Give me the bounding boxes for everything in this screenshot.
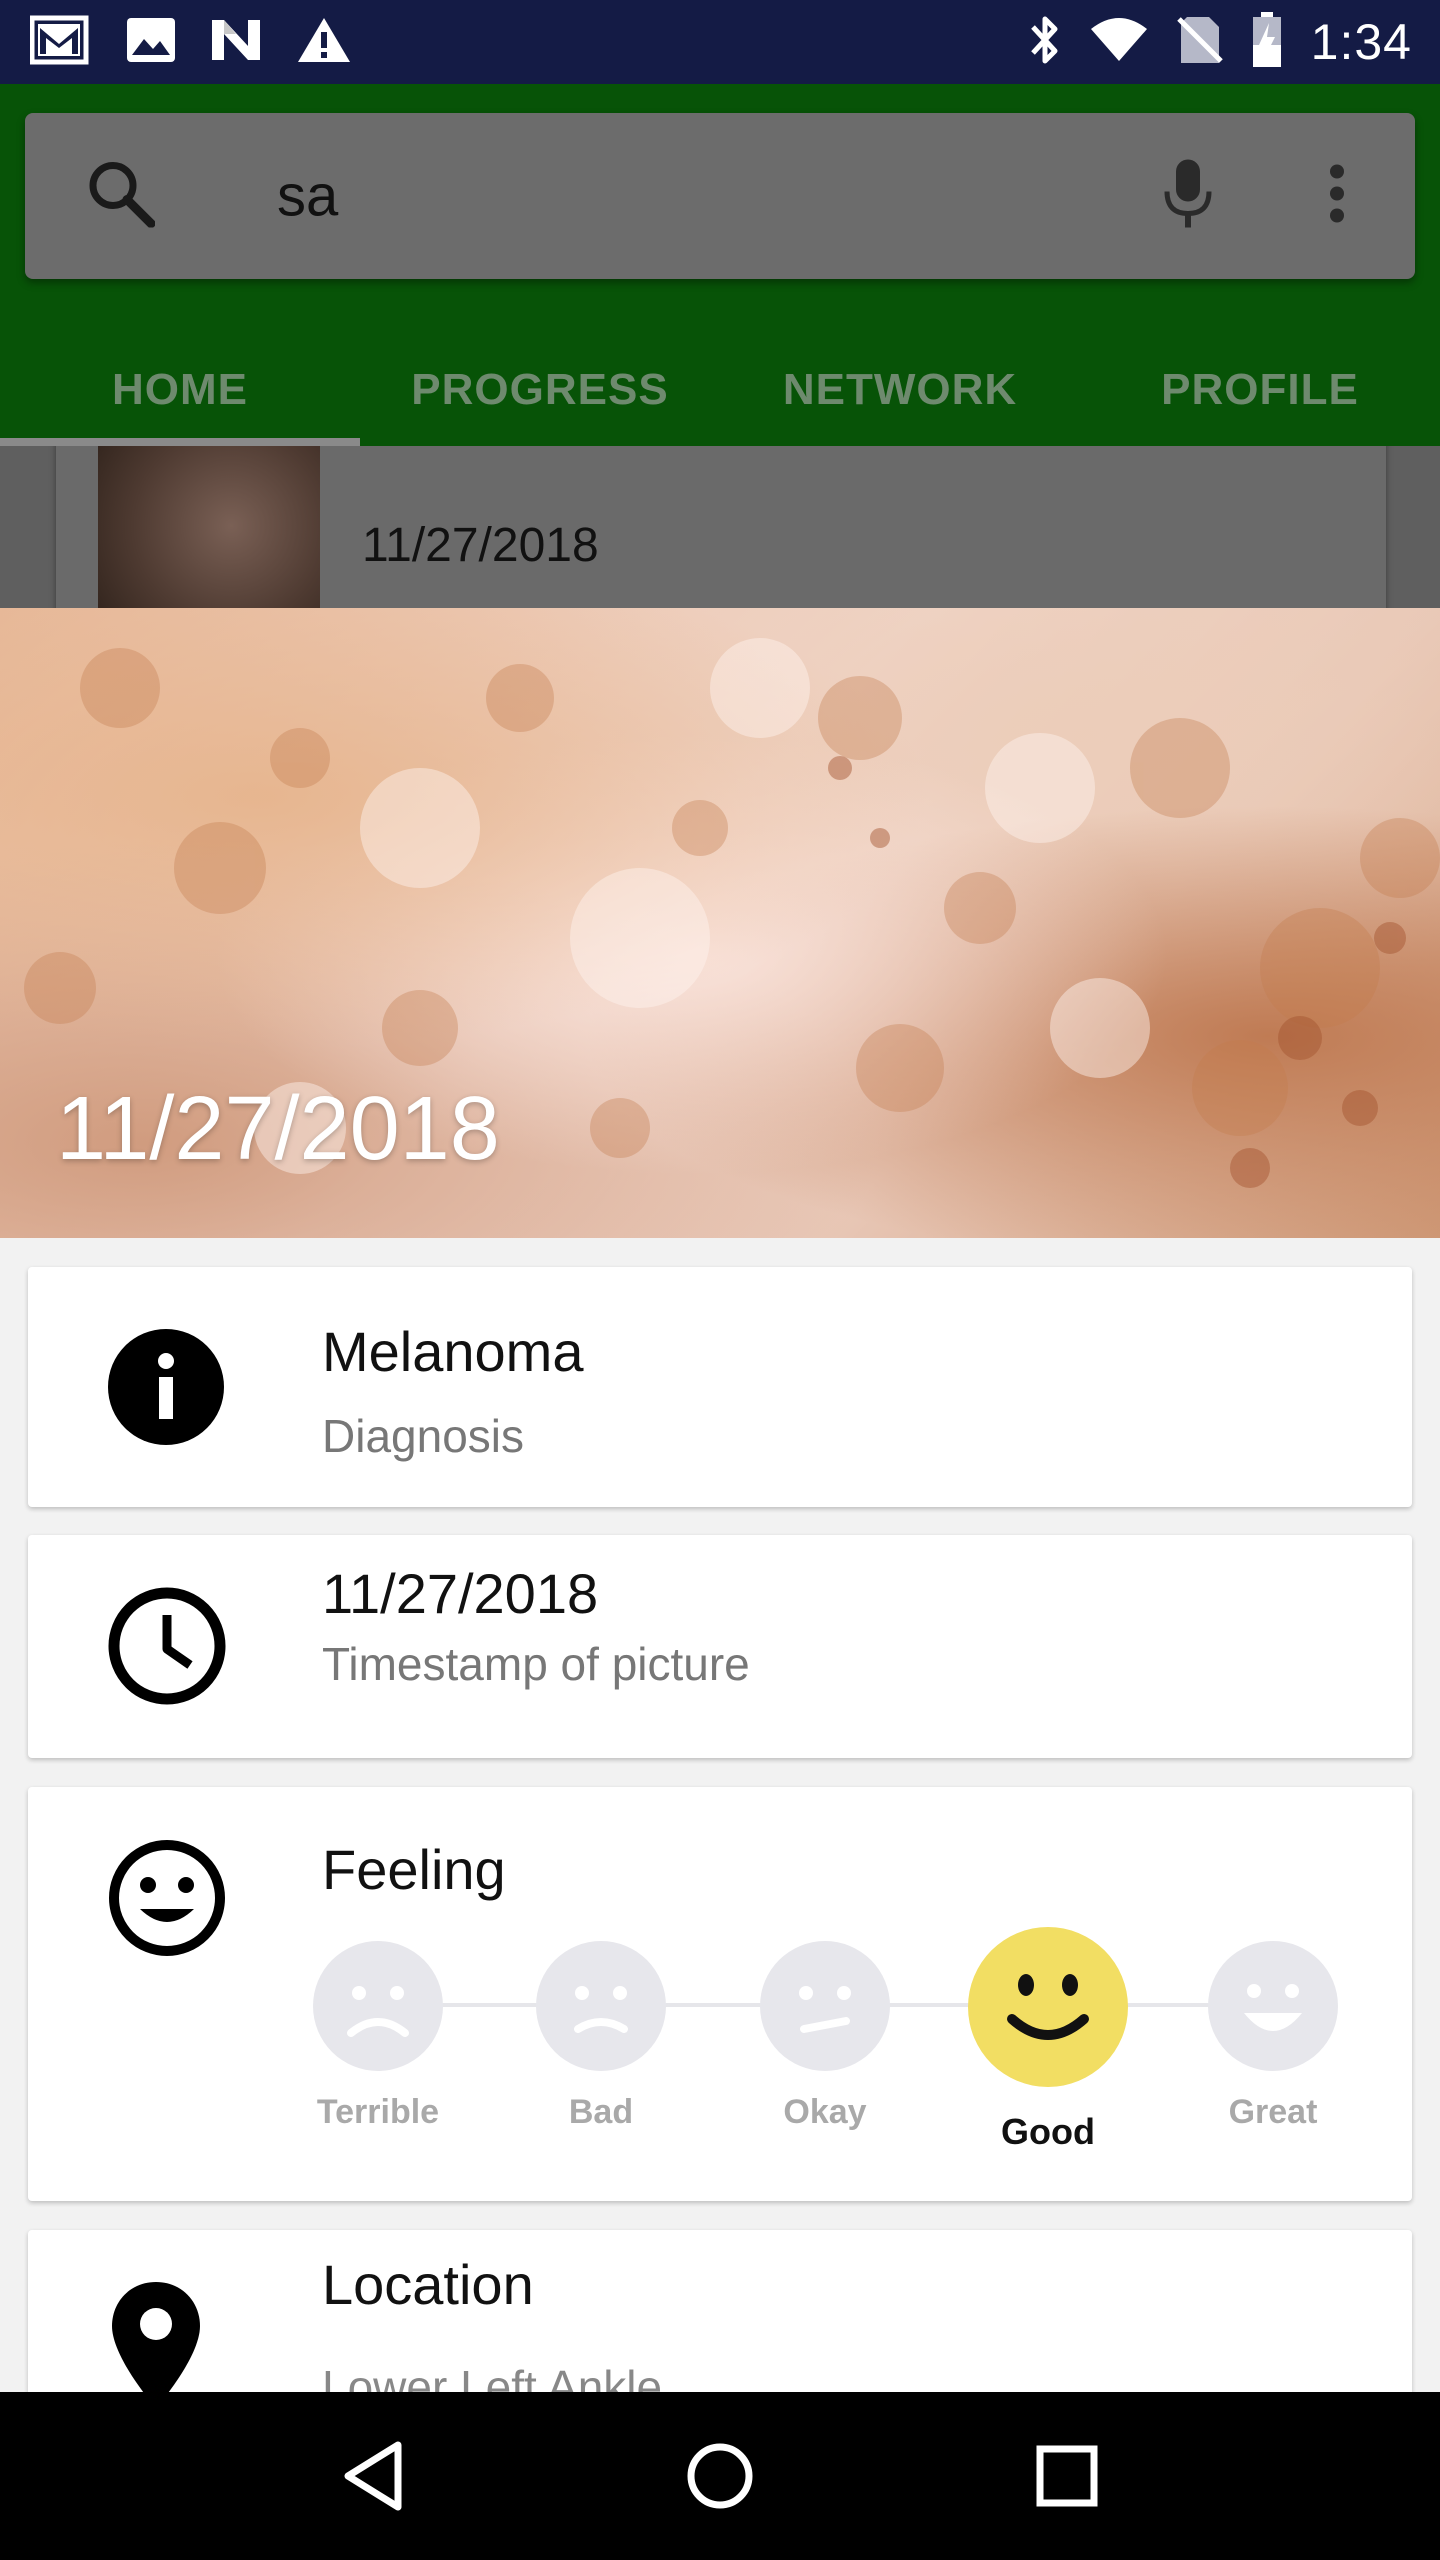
system-nav-bar: [0, 2392, 1440, 2560]
app-bar: HOME PROGRESS NETWORK PROFILE: [0, 84, 1440, 446]
wifi-icon: [1089, 17, 1149, 68]
warning-icon: [296, 16, 352, 69]
list-item[interactable]: Melanoma 11/27/2018: [56, 446, 1386, 608]
info-icon: [108, 1329, 224, 1450]
timestamp-label: Timestamp of picture: [322, 1638, 750, 1690]
list-item-date: 11/27/2018: [362, 519, 599, 572]
mood-label-good: Good: [1001, 2111, 1095, 2152]
bluetooth-icon: [1029, 13, 1061, 72]
mood-option-good[interactable]: Good: [968, 1927, 1128, 2153]
smiley-icon: [108, 1839, 226, 1962]
mood-label-bad: Bad: [568, 2093, 634, 2131]
photo-date: 11/27/2018: [56, 1079, 500, 1179]
tab-network[interactable]: NETWORK: [720, 334, 1080, 446]
mood-okay-icon: [760, 1941, 890, 2071]
timestamp-card[interactable]: 11/27/2018 Timestamp of picture: [28, 1535, 1412, 1758]
list-item-title: Melanoma: [362, 446, 685, 460]
mic-icon[interactable]: [1161, 158, 1215, 235]
mood-option-okay[interactable]: Okay: [760, 1941, 890, 2132]
status-notifications: [29, 14, 352, 71]
status-bar: 1:34: [0, 0, 1440, 84]
list-item-thumbnail: [98, 446, 320, 608]
more-vert-icon[interactable]: [1329, 164, 1345, 229]
clock-icon: [108, 1587, 226, 1710]
search-bar[interactable]: [25, 113, 1415, 279]
mood-bad-icon: [536, 1941, 666, 2071]
feeling-card: Feeling Terrible Bad Okay Good Great: [28, 1787, 1412, 2201]
lesion-photo: 11/27/2018: [0, 608, 1440, 1238]
recents-icon[interactable]: [1007, 2416, 1127, 2536]
image-icon: [126, 17, 176, 68]
gmail-icon: [29, 14, 92, 71]
tab-profile[interactable]: PROFILE: [1080, 334, 1440, 446]
diagnosis-value: Melanoma: [322, 1320, 584, 1383]
diagnosis-card[interactable]: Melanoma Diagnosis: [28, 1267, 1412, 1507]
mood-great-icon: [1208, 1941, 1338, 2071]
mood-label-great: Great: [1228, 2093, 1318, 2131]
background-list: Melanoma 11/27/2018: [0, 446, 1440, 608]
mood-terrible-icon: [313, 1941, 443, 2071]
tab-progress[interactable]: PROGRESS: [360, 334, 720, 446]
mood-label-okay: Okay: [783, 2093, 867, 2131]
home-icon[interactable]: [660, 2416, 780, 2536]
tab-bar: HOME PROGRESS NETWORK PROFILE: [0, 334, 1440, 446]
mood-option-bad[interactable]: Bad: [536, 1941, 666, 2132]
feeling-title: Feeling: [322, 1838, 506, 1901]
back-icon[interactable]: [313, 2416, 433, 2536]
battery-charging-icon: [1251, 11, 1283, 74]
mood-option-terrible[interactable]: Terrible: [313, 1941, 443, 2132]
location-title: Location: [322, 2253, 534, 2316]
search-input[interactable]: [277, 162, 1077, 230]
mood-option-great[interactable]: Great: [1208, 1941, 1338, 2132]
diagnosis-label: Diagnosis: [322, 1410, 524, 1462]
mood-label-terrible: Terrible: [316, 2093, 440, 2131]
tab-home[interactable]: HOME: [0, 334, 360, 446]
status-system: 1:34: [1029, 11, 1412, 74]
n-icon: [210, 18, 262, 67]
timestamp-value: 11/27/2018: [322, 1562, 599, 1625]
search-icon[interactable]: [87, 160, 156, 233]
status-time: 1:34: [1310, 14, 1412, 70]
mood-good-icon: [968, 1927, 1128, 2087]
no-sim-icon: [1176, 15, 1223, 70]
